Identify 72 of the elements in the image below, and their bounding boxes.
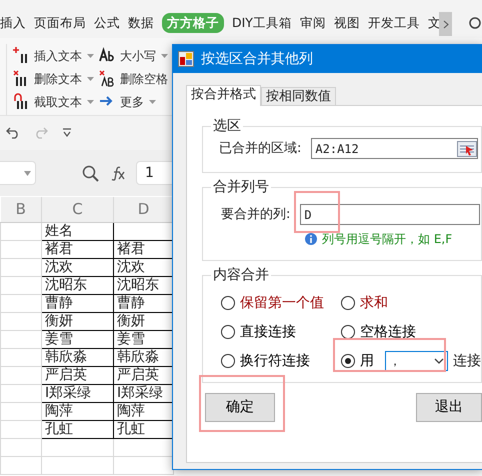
field-label: 要合并的列:	[221, 206, 290, 224]
table-cell: 姜雪	[42, 330, 114, 348]
chevron-down-icon	[434, 358, 444, 364]
ribbon-button[interactable]: 删除空格	[99, 67, 179, 90]
option-label: 保留第一个值	[240, 294, 324, 312]
ribbon-tab[interactable]: 开发工具	[368, 12, 420, 34]
highlight-box	[294, 191, 340, 233]
group-title: 内容合并	[212, 267, 270, 283]
range-field[interactable]: A2:A12	[311, 138, 478, 159]
ribbon-tab[interactable]: 插入	[0, 12, 26, 34]
dialog-button[interactable]: 确定	[205, 393, 275, 422]
ribbon-tab[interactable]: DIY工具箱	[232, 12, 292, 34]
remove-space-icon	[99, 70, 115, 87]
ribbon-button[interactable]: 插入文本	[13, 44, 99, 67]
radio-button[interactable]	[221, 354, 235, 368]
table-cell: 韩欣淼	[42, 348, 114, 366]
dropdown-icon[interactable]	[62, 128, 72, 138]
zoom-icon[interactable]	[82, 164, 99, 182]
ribbon-tab[interactable]: 公式	[94, 12, 120, 34]
table-cell: 孔虹	[42, 420, 114, 438]
ribbon-tab[interactable]: 数据	[128, 12, 154, 34]
table-cell: 曹静	[42, 294, 114, 312]
window-title: 按选区合并其他列	[201, 50, 313, 68]
insert-text-icon	[13, 47, 29, 64]
radio-button[interactable]	[221, 296, 235, 310]
table-cell: 沈昭东	[42, 276, 114, 294]
radio-button[interactable]	[341, 354, 355, 368]
radio-button[interactable]	[221, 325, 235, 339]
radio-button[interactable]	[341, 296, 355, 310]
table-cell: 陶萍	[42, 402, 114, 420]
undo-icon[interactable]	[6, 127, 20, 139]
dialog-tab[interactable]: 按相同数值	[261, 87, 336, 105]
dialog-tab[interactable]: 按合并格式	[186, 85, 261, 106]
ribbon-tab[interactable]: 页面布局	[34, 12, 86, 34]
table-cell: 衡妍	[42, 312, 114, 330]
table-cell: I郑采绿	[42, 384, 114, 402]
group-title: 合并列号	[212, 179, 270, 195]
field-label: 已合并的区域:	[219, 140, 302, 158]
dialog-button[interactable]: 退出	[416, 393, 482, 422]
option-label: 连接	[453, 352, 481, 370]
app-icon	[178, 51, 194, 67]
option-label: 换行符连接	[240, 352, 310, 370]
table-cell: 褚君	[42, 240, 114, 258]
range-picker-icon[interactable]	[457, 140, 478, 156]
group-title: 选区	[212, 118, 242, 134]
table-cell: 姓名	[42, 222, 114, 240]
ribbon-tab[interactable]: 视图	[334, 12, 360, 34]
option-label: 直接连接	[240, 322, 296, 342]
separator-dropdown[interactable]: ，	[385, 351, 448, 371]
table-cell: 严启英	[42, 366, 114, 384]
ribbon-button[interactable]: 截取文本	[13, 90, 99, 113]
delete-text-icon	[13, 70, 29, 87]
info-icon	[305, 233, 317, 245]
column-header[interactable]: D	[114, 197, 174, 222]
option-label: 用	[360, 352, 374, 370]
text-case-icon	[99, 47, 115, 64]
ribbon-button[interactable]: 更多	[99, 90, 179, 113]
ribbon-tab[interactable]: 文	[428, 12, 441, 34]
option-label: 求和	[360, 294, 388, 312]
ribbon-button[interactable]: 大小写	[99, 44, 179, 67]
ribbon-tab[interactable]: 审阅	[300, 12, 326, 34]
column-field[interactable]: D	[300, 204, 480, 225]
extract-text-icon	[13, 93, 29, 110]
scroll-right-button[interactable]	[439, 12, 452, 36]
hint-text: 列号用逗号隔开，如 E,F	[322, 231, 452, 248]
column-header[interactable]: B	[0, 197, 42, 222]
column-header[interactable]: C	[42, 197, 114, 222]
ribbon-button[interactable]: 删除文本	[13, 67, 99, 90]
chevron-right-icon	[442, 20, 448, 28]
radio-button[interactable]	[341, 325, 355, 339]
table-cell: 沈欢	[42, 258, 114, 276]
option-label: 空格连接	[360, 322, 416, 342]
